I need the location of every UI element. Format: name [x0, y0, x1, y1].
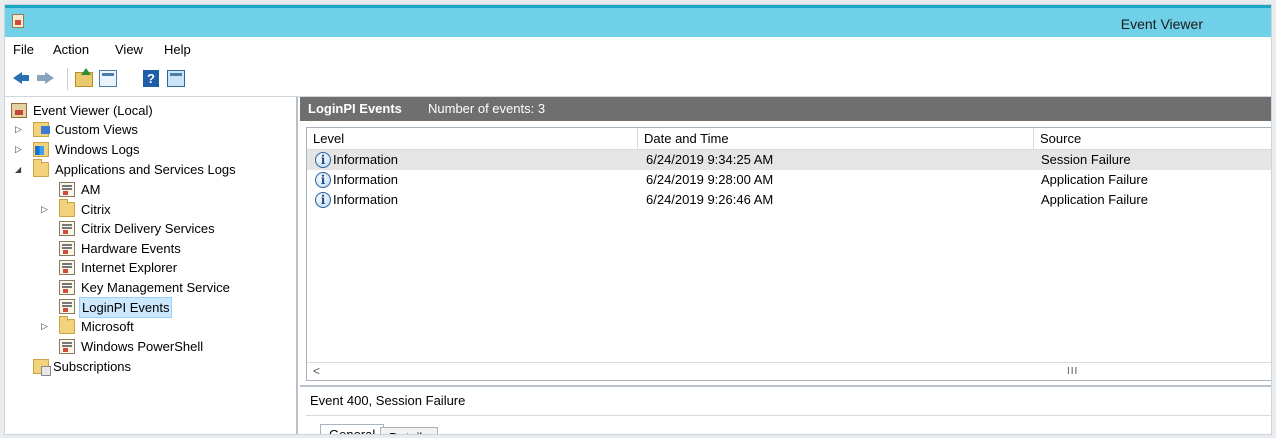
event-viewer-window: Event Viewer File Action View Help ? Eve… [4, 4, 1272, 435]
tree-item-microsoft[interactable]: ▷ Microsoft [35, 316, 283, 336]
grid-header: Level Date and Time Source [307, 128, 1271, 150]
event-viewer-icon [11, 103, 27, 118]
tree-item-citrix-delivery-services[interactable]: Citrix Delivery Services [53, 219, 283, 238]
results-pane: LoginPI Events Number of events: 3 Level… [300, 97, 1271, 434]
tree-item-windows-logs[interactable]: ▷ Windows Logs [11, 140, 291, 159]
tree-item-internet-explorer[interactable]: Internet Explorer [53, 258, 283, 277]
log-icon [59, 221, 75, 236]
windows-logs-folder-icon [33, 142, 49, 157]
tree-item-apps-services-logs[interactable]: ◢ Applications and Services Logs [11, 159, 291, 179]
open-folder-icon [33, 159, 49, 177]
subscriptions-icon [33, 359, 51, 376]
column-header-level[interactable]: Level [307, 128, 638, 150]
column-header-date-time[interactable]: Date and Time [638, 128, 1034, 150]
information-icon: i [315, 192, 331, 208]
tree-item-custom-views[interactable]: ▷ Custom Views [11, 120, 291, 139]
menu-help[interactable]: Help [164, 42, 191, 57]
log-icon [59, 280, 75, 295]
log-icon [59, 241, 75, 256]
help-icon[interactable]: ? [143, 69, 161, 89]
table-row[interactable]: i Information 6/24/2019 9:34:25 AM Sessi… [307, 150, 1271, 170]
tree-item-am[interactable]: AM [53, 180, 283, 199]
column-header-source[interactable]: Source [1034, 128, 1271, 150]
tree-item-hardware-events[interactable]: Hardware Events [53, 239, 283, 258]
events-grid: Level Date and Time Source i Information… [306, 127, 1271, 381]
tab-details[interactable]: Details [380, 427, 438, 434]
pane-splitter[interactable] [300, 385, 1271, 387]
toolbar-separator [67, 68, 68, 90]
show-hide-action-pane-icon[interactable] [167, 69, 189, 89]
pane-title: LoginPI Events [308, 101, 402, 116]
log-icon [59, 182, 75, 197]
tree-root-event-viewer[interactable]: Event Viewer (Local) [11, 101, 291, 120]
menu-view[interactable]: View [115, 42, 143, 57]
horizontal-scrollbar[interactable]: < III [307, 362, 1271, 380]
event-viewer-app-icon[interactable] [12, 14, 24, 28]
forward-arrow-icon[interactable] [37, 69, 55, 89]
window-title: Event Viewer [1120, 16, 1203, 32]
expand-arrow-icon[interactable]: ▷ [15, 120, 24, 139]
pane-header: LoginPI Events Number of events: 3 [300, 97, 1271, 121]
expand-arrow-icon[interactable]: ▷ [41, 200, 50, 219]
title-bar: Event Viewer [5, 5, 1271, 37]
event-detail-title: Event 400, Session Failure [310, 393, 466, 408]
tree-item-key-management-service[interactable]: Key Management Service [53, 278, 283, 297]
menu-file[interactable]: File [13, 42, 34, 57]
tree-item-citrix[interactable]: ▷ Citrix [35, 199, 283, 219]
log-icon [59, 299, 75, 314]
collapse-arrow-icon[interactable]: ◢ [15, 160, 24, 179]
folder-icon [59, 316, 75, 334]
console-tree: Event Viewer (Local) ▷ Custom Views ▷ Wi… [5, 97, 298, 434]
tree-item-subscriptions[interactable]: Subscriptions [31, 357, 281, 376]
menu-action[interactable]: Action [53, 42, 89, 57]
expand-arrow-icon[interactable]: ▷ [41, 317, 50, 336]
tree-item-windows-powershell[interactable]: Windows PowerShell [53, 337, 283, 356]
information-icon: i [315, 172, 331, 188]
table-row[interactable]: i Information 6/24/2019 9:28:00 AM Appli… [307, 170, 1271, 190]
toolbar: ? [5, 61, 1271, 97]
expand-arrow-icon[interactable]: ▷ [15, 140, 24, 159]
folder-icon [59, 199, 75, 217]
up-folder-icon[interactable] [75, 68, 95, 89]
scroll-thumb[interactable]: III [1067, 366, 1078, 377]
log-icon [59, 339, 75, 354]
divider [306, 415, 1271, 416]
tab-general[interactable]: General [320, 424, 385, 434]
information-icon: i [315, 152, 331, 168]
log-icon [59, 260, 75, 275]
table-row[interactable]: i Information 6/24/2019 9:26:46 AM Appli… [307, 190, 1271, 210]
custom-views-folder-icon [33, 122, 50, 137]
menu-bar: File Action View Help [5, 37, 1271, 61]
scroll-left-button[interactable]: < [313, 364, 320, 378]
event-count: Number of events: 3 [428, 101, 546, 116]
tree-item-loginpi-events[interactable]: LoginPI Events [53, 297, 283, 318]
back-arrow-icon[interactable] [13, 69, 31, 89]
show-hide-tree-icon[interactable] [99, 69, 119, 89]
